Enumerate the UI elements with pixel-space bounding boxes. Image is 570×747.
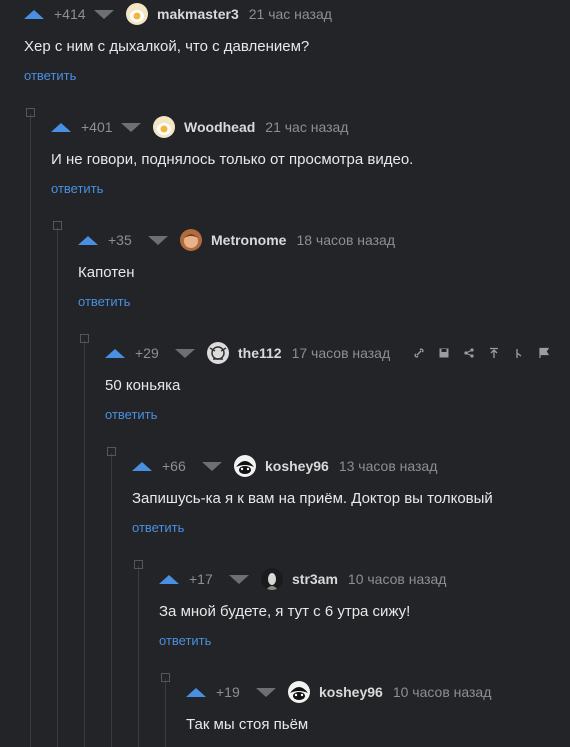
comment-username[interactable]: Metronome (211, 232, 286, 248)
upvote-icon[interactable] (105, 348, 125, 358)
comment-text: И не говори, поднялось только от просмот… (51, 151, 414, 168)
thread-line-1[interactable] (30, 114, 31, 747)
downvote-icon[interactable] (121, 122, 141, 132)
comment-time: 18 часов назад (296, 232, 395, 248)
share-icon[interactable] (459, 343, 479, 363)
avatar-egg-icon[interactable] (126, 3, 148, 25)
save-icon[interactable] (434, 343, 454, 363)
comment-header: +401 Woodhead 21 час назад (51, 113, 348, 141)
collapse-toggle-1[interactable] (26, 108, 35, 117)
comment-text: 50 коньяка (105, 377, 181, 394)
comment-time: 10 часов назад (392, 684, 492, 700)
avatar-mask-icon[interactable] (288, 681, 310, 703)
avatar-face-icon[interactable] (180, 229, 202, 251)
comment-text: За мной будете, я тут с 6 утра сижу! (159, 603, 411, 620)
collapse-toggle-3[interactable] (80, 334, 89, 343)
comment-rating: +29 (135, 345, 159, 361)
comment-time: 13 часов назад (338, 458, 438, 474)
collapse-toggle-5[interactable] (134, 560, 143, 569)
comment-toolbar (404, 343, 554, 363)
reply-link[interactable]: ответить (24, 68, 76, 83)
comment-header: +35 Metronome 18 часов назад (78, 226, 395, 254)
comment-rating: +35 (108, 232, 132, 248)
link-icon[interactable] (409, 343, 429, 363)
comment-rating: +66 (162, 458, 186, 474)
reply-link[interactable]: ответить (132, 520, 184, 535)
comment-text: Так мы стоя пьём (186, 716, 309, 733)
comment-rating: +19 (216, 684, 240, 700)
downvote-icon[interactable] (175, 348, 195, 358)
thread-line-5[interactable] (138, 566, 139, 747)
comment-username[interactable]: koshey96 (265, 458, 329, 474)
downvote-icon[interactable] (229, 574, 249, 584)
comment-username[interactable]: str3am (292, 571, 338, 587)
upvote-icon[interactable] (186, 687, 206, 697)
comment-time: 17 часов назад (291, 345, 391, 361)
upvote-icon[interactable] (51, 122, 71, 132)
comment-header: +17 str3am 10 часов назад (159, 565, 446, 593)
comment-username[interactable]: koshey96 (319, 684, 383, 700)
comment-time: 21 час назад (265, 119, 349, 135)
upvote-icon[interactable] (24, 9, 44, 19)
avatar-sketch-icon[interactable] (207, 342, 229, 364)
downvote-icon[interactable] (148, 235, 168, 245)
comment-rating: +414 (54, 6, 86, 22)
upvote-icon[interactable] (78, 235, 98, 245)
comment-rating: +401 (81, 119, 113, 135)
reply-link[interactable]: ответить (159, 633, 211, 648)
comment-username[interactable]: makmaster3 (157, 6, 239, 22)
reply-link[interactable]: ответить (105, 407, 157, 422)
collapse-toggle-2[interactable] (53, 221, 62, 230)
thread-line-4[interactable] (111, 453, 112, 747)
comment-header: +29 the112 17 часов назад (105, 339, 554, 367)
comment-time: 10 часов назад (347, 571, 447, 587)
collapse-toggle-6[interactable] (161, 673, 170, 682)
comment-header: +66 koshey96 13 часов назад (132, 452, 437, 480)
comment-username[interactable]: Woodhead (184, 119, 255, 135)
comment-text: Капотен (78, 264, 135, 281)
comment-text: Хер с ним с дыхалкой, что с давлением? (24, 38, 310, 55)
thread-line-2[interactable] (57, 227, 58, 747)
flag-icon[interactable] (534, 343, 554, 363)
downvote-icon[interactable] (94, 9, 114, 19)
reply-link[interactable]: ответить (51, 181, 103, 196)
collapse-toggle-4[interactable] (107, 447, 116, 456)
thread-line-3[interactable] (84, 340, 85, 747)
comment-rating: +17 (189, 571, 213, 587)
avatar-portrait-icon[interactable] (261, 568, 283, 590)
upvote-icon[interactable] (159, 574, 179, 584)
upvote-icon[interactable] (132, 461, 152, 471)
downvote-icon[interactable] (202, 461, 222, 471)
upload-icon[interactable] (484, 343, 504, 363)
comment-header: +19 koshey96 10 часов назад (186, 678, 491, 706)
reply-link[interactable]: ответить (78, 294, 130, 309)
comment-text: Запишусь-ка я к вам на приём. Доктор вы … (132, 490, 493, 507)
avatar-mask-icon[interactable] (234, 455, 256, 477)
thread-line-6[interactable] (165, 679, 166, 747)
pin-icon[interactable] (509, 343, 529, 363)
avatar-egg-icon[interactable] (153, 116, 175, 138)
comment-header: +414 makmaster3 21 час назад (24, 0, 332, 28)
downvote-icon[interactable] (256, 687, 276, 697)
comment-time: 21 час назад (248, 6, 332, 22)
comment-username[interactable]: the112 (238, 345, 282, 361)
